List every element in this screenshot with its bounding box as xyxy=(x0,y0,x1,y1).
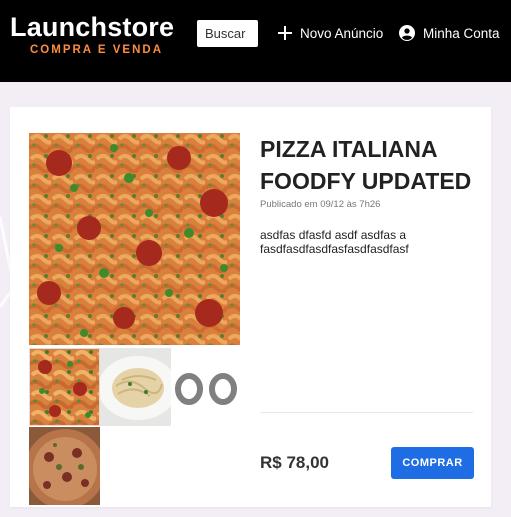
logo[interactable]: Launchstore xyxy=(10,12,174,43)
plus-icon xyxy=(278,26,292,40)
thumbnail-pasta-bake[interactable] xyxy=(29,348,100,426)
account-circle-icon xyxy=(399,25,415,41)
buy-button[interactable]: COMPRAR xyxy=(391,447,474,479)
new-listing-link[interactable]: Novo Anúncio xyxy=(278,22,383,44)
thumbnail-spaghetti[interactable] xyxy=(100,348,171,426)
thumbnail-pizza[interactable] xyxy=(29,427,100,505)
product-card: PIZZA ITALIANA FOODFY UPDATED Publicado … xyxy=(10,107,491,507)
thumbnail-blurred-text[interactable] xyxy=(171,348,242,426)
product-price: R$ 78,00 xyxy=(260,453,329,472)
account-link[interactable]: Minha Conta xyxy=(399,22,500,44)
top-navbar: Launchstore COMPRA E VENDA Novo Anúncio … xyxy=(0,0,511,82)
published-date: Publicado em 09/12 às 7h26 xyxy=(260,199,381,210)
new-listing-label: Novo Anúncio xyxy=(300,25,384,41)
account-label: Minha Conta xyxy=(423,25,500,41)
logo-tagline: COMPRA E VENDA xyxy=(30,44,163,56)
product-main-photo xyxy=(29,133,240,345)
divider xyxy=(260,412,473,413)
search-input[interactable] xyxy=(197,20,258,47)
product-title: PIZZA ITALIANA FOODFY UPDATED xyxy=(260,136,472,194)
product-description: asdfas dfasfd asdf asdfas a fasdfasdfasd… xyxy=(260,228,409,256)
pasta-bake-image xyxy=(29,133,240,345)
